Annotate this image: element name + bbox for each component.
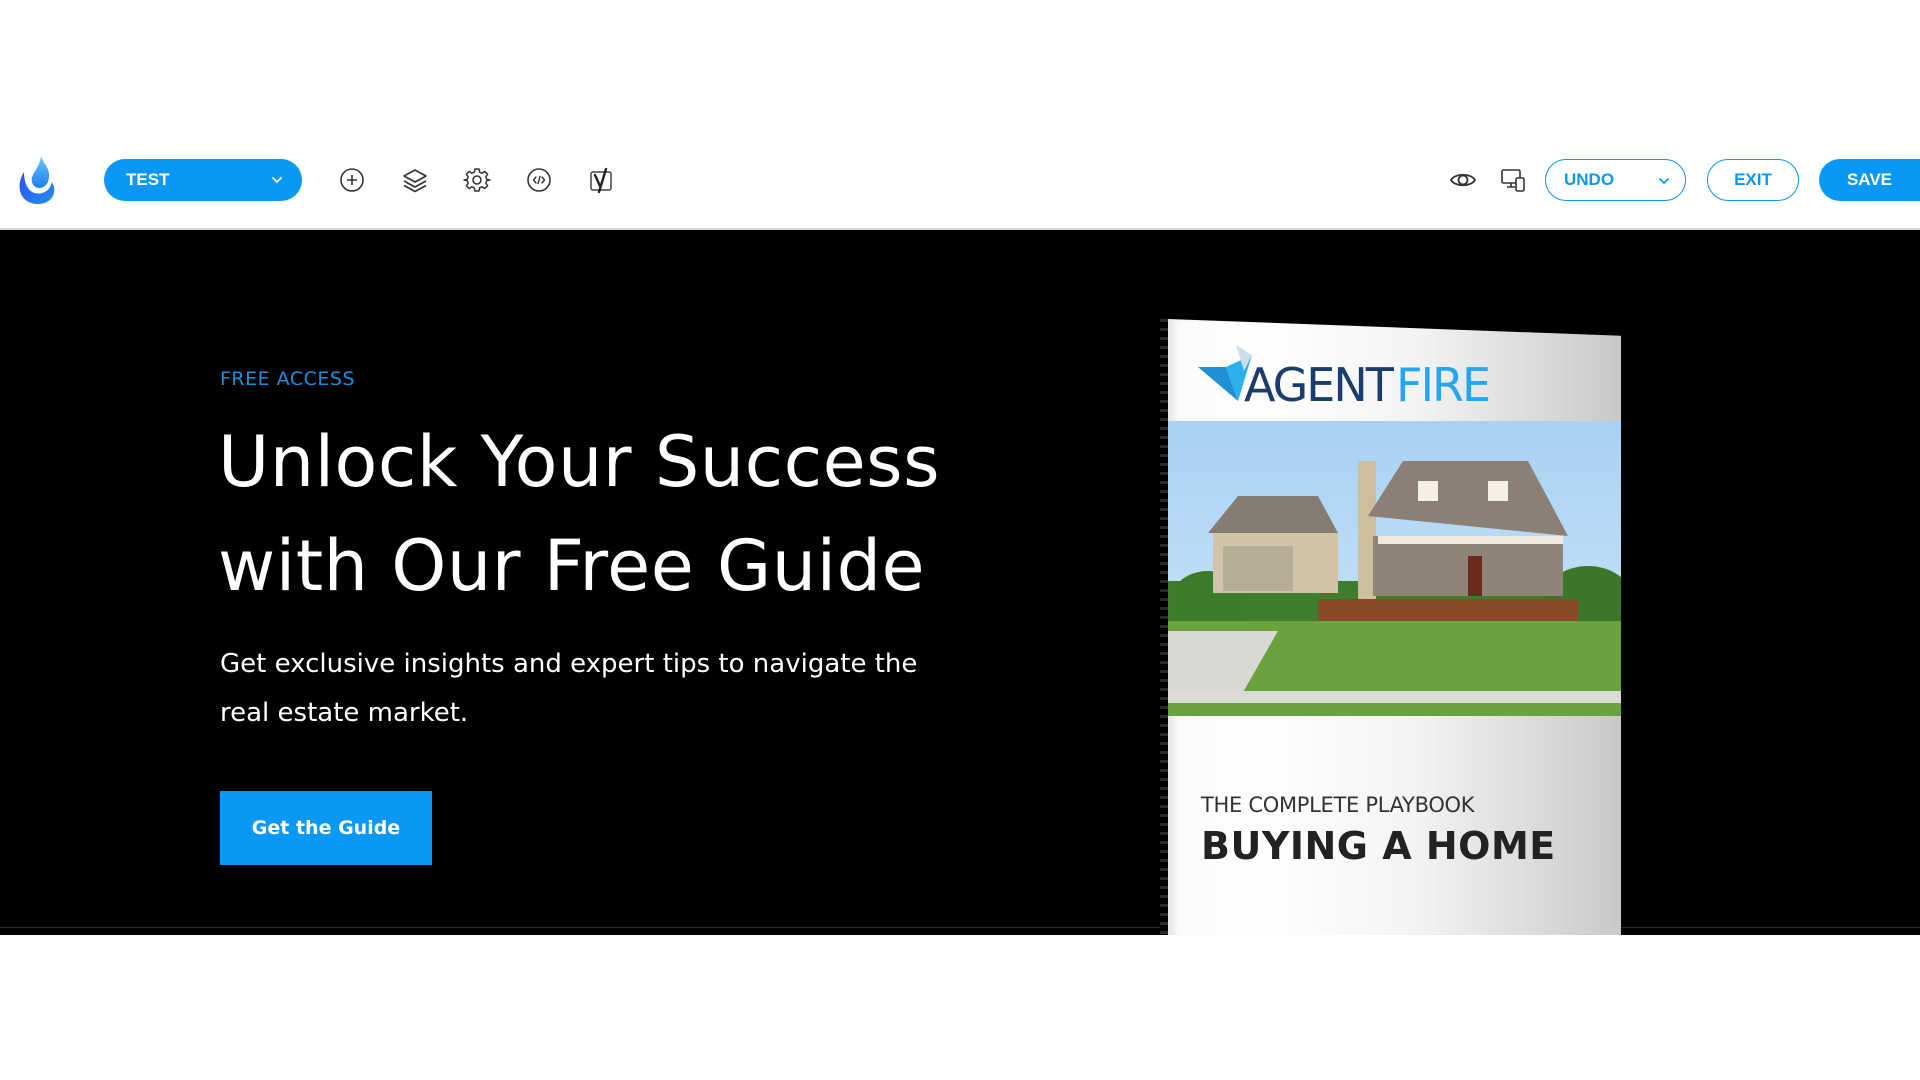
undo-button[interactable]: UNDO [1545,159,1686,201]
brand-left-text: AGENT [1244,358,1395,411]
add-circle-icon[interactable] [338,166,366,194]
headline-line-2: with Our Free Guide [218,525,926,607]
get-the-guide-button[interactable]: Get the Guide [220,791,432,865]
book-kicker: THE COMPLETE PLAYBOOK [1201,793,1475,817]
yoast-seo-icon[interactable] [587,166,615,194]
hero-eyebrow: FREE ACCESS [220,368,356,390]
chevron-down-icon[interactable] [1657,173,1671,187]
editor-toolbar: TEST UNDO EXIT SAVE [0,150,1920,210]
save-button[interactable]: SAVE [1819,159,1920,201]
hero-headline: Unlock Your Success with Our Free Guide [218,410,1118,618]
house-photo [1168,421,1621,716]
guide-book-cover: AGENT FIRE THE COMPLETE PLAYBOOK BUYING … [1160,319,1630,935]
brand-right-text: FIRE [1396,358,1489,411]
exit-button[interactable]: EXIT [1707,159,1799,201]
book-title: BUYING A HOME [1201,824,1556,868]
gear-icon[interactable] [463,166,491,194]
exit-label: EXIT [1734,170,1772,189]
chevron-down-icon [270,172,284,186]
undo-label: UNDO [1564,170,1615,189]
book-cover-face: AGENT FIRE THE COMPLETE PLAYBOOK BUYING … [1168,319,1621,935]
hero-section: FREE ACCESS Unlock Your Success with Our… [0,230,1920,935]
hero-bottom-line [0,927,1920,928]
headline-line-1: Unlock Your Success [218,421,941,503]
subtext-line-1: Get exclusive insights and expert tips t… [220,649,918,679]
site-select-value: TEST [126,170,170,189]
site-select-dropdown[interactable]: TEST [104,159,302,201]
subtext-line-2: real estate market. [220,698,469,728]
hero-subtext: Get exclusive insights and expert tips t… [220,640,980,738]
code-icon[interactable] [525,166,553,194]
agentfire-logo: AGENT FIRE [1196,341,1516,412]
responsive-devices-icon[interactable] [1499,166,1527,194]
flame-logo-icon[interactable] [14,154,60,206]
layers-icon[interactable] [401,166,429,194]
save-label: SAVE [1846,170,1893,189]
book-spine [1160,319,1168,935]
eye-preview-icon[interactable] [1449,166,1477,194]
